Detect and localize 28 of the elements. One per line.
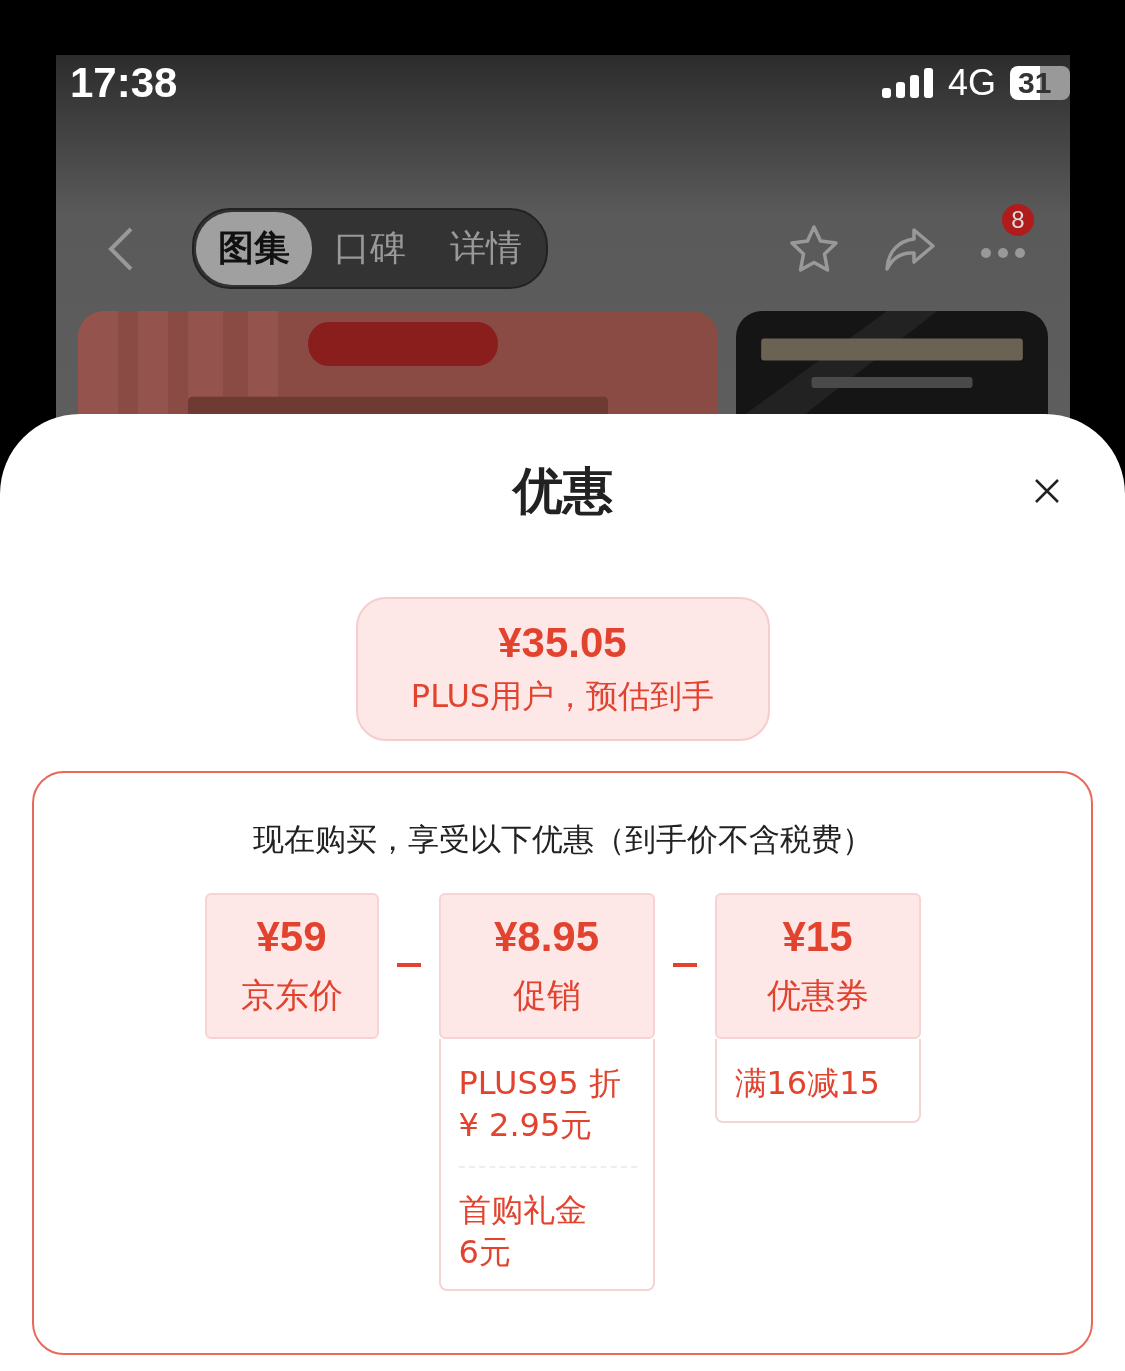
card-label: 优惠券: [766, 974, 869, 1017]
card-amount: ¥8.95: [493, 913, 600, 961]
close-icon[interactable]: [1034, 478, 1060, 504]
card-label: 促销: [512, 974, 581, 1017]
status-time: 17:38: [70, 58, 178, 107]
discount-detail: 首购礼金 6元: [458, 1190, 588, 1273]
sheet-title: 优惠: [512, 461, 613, 522]
share-icon[interactable]: [884, 225, 936, 272]
card-label: 京东价: [240, 974, 343, 1017]
minus-icon: [672, 963, 697, 967]
tab[interactable]: 口碑: [312, 212, 428, 285]
more-icon[interactable]: [980, 247, 1026, 259]
card-amount: ¥15: [782, 913, 853, 961]
discount-detail: 满16减15: [734, 1063, 881, 1104]
tab[interactable]: 详情: [428, 212, 544, 285]
network-label: 4G: [947, 61, 996, 104]
discount-detail: PLUS95 折 ¥ 2.95元: [458, 1063, 622, 1146]
notification-badge: 8: [1002, 204, 1034, 236]
panel-subtitle: 现在购买，享受以下优惠（到手价不含税费）: [252, 820, 873, 859]
price-caption: PLUS用户，预估到手: [410, 676, 715, 717]
card-amount: ¥59: [256, 913, 327, 961]
back-icon[interactable]: [108, 226, 134, 271]
final-price: ¥35.05: [498, 619, 627, 667]
minus-icon: [396, 963, 421, 967]
battery-level: 31: [1010, 65, 1070, 100]
signal-icon: [881, 67, 934, 98]
star-icon[interactable]: [788, 223, 840, 274]
tab[interactable]: 图集: [196, 212, 312, 285]
